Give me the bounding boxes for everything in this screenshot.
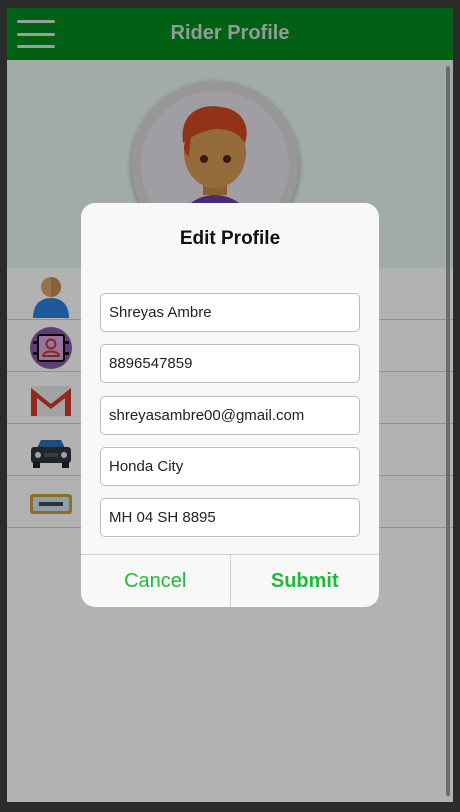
- email-field[interactable]: [100, 396, 360, 435]
- cancel-button[interactable]: Cancel: [81, 555, 231, 607]
- name-field[interactable]: [100, 293, 360, 332]
- vehicle-field[interactable]: [100, 447, 360, 486]
- submit-button[interactable]: Submit: [231, 555, 380, 607]
- dialog-actions: Cancel Submit: [81, 554, 379, 607]
- plate-number-field[interactable]: [100, 498, 360, 537]
- edit-profile-dialog: Edit Profile Cancel Submit: [81, 203, 379, 607]
- phone-field[interactable]: [100, 344, 360, 383]
- dialog-title: Edit Profile: [179, 228, 281, 249]
- phone-screen: Rider Profile Edit Profile Shreyas Ambre…: [7, 8, 453, 802]
